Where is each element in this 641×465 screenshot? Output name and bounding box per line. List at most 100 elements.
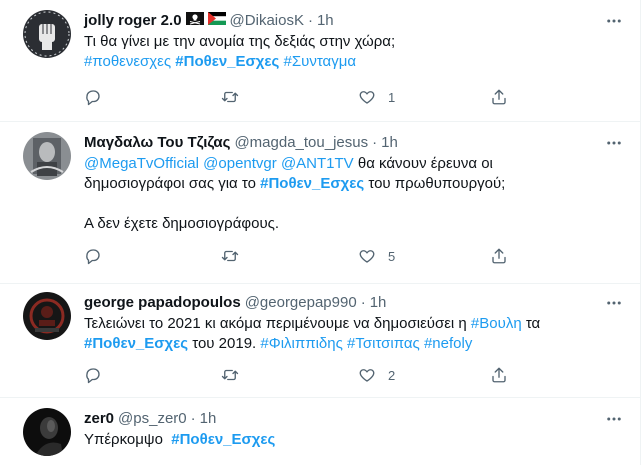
user-handle[interactable]: @georgepap990 [245, 293, 357, 313]
tweet-text-line: Τι θα γίνει με την ανομία της δεξιάς στη… [84, 32, 624, 52]
share-icon [492, 89, 506, 105]
timeline-feed: jolly roger 2.0 @DikaiosK · 1h Τι θα γίν… [0, 0, 641, 465]
more-options-button[interactable] [604, 133, 624, 153]
avatar[interactable] [23, 10, 71, 58]
tweet-time[interactable]: 1h [317, 11, 334, 31]
hashtag-link[interactable]: #Ποθεν_Εσχες [171, 431, 275, 448]
hashtag-link[interactable]: #Φιλιππιδης [260, 335, 342, 352]
like-count: 1 [388, 89, 396, 105]
separator-dot: · [307, 12, 313, 29]
more-icon [607, 19, 621, 23]
share-icon [492, 248, 506, 264]
display-name[interactable]: zer0 [84, 409, 114, 429]
hashtag-link[interactable]: #nefoly [424, 335, 472, 352]
retweet-button[interactable] [221, 246, 251, 266]
reply-button[interactable] [84, 365, 102, 385]
tweet-text-segment: Τι θα γίνει με την ανομία της δεξιάς στη… [84, 33, 396, 50]
like-icon [359, 369, 375, 382]
hashtag-link[interactable]: #Ποθεν_Εσχες [175, 53, 279, 70]
avatar[interactable] [23, 408, 71, 456]
tweet[interactable]: jolly roger 2.0 @DikaiosK · 1h Τι θα γίν… [0, 0, 640, 122]
hashtag-link[interactable]: #Ποθεν_Εσχες [260, 175, 364, 192]
separator-dot: · [360, 294, 366, 311]
tweet-text: @MegaTvOfficial @opentvgr @ANT1TV θα κάν… [84, 154, 624, 234]
retweet-button[interactable] [221, 365, 251, 385]
hashtag-link[interactable]: @opentvgr [203, 155, 277, 172]
like-button[interactable]: 1 [358, 87, 395, 107]
more-icon [607, 417, 621, 421]
tweet[interactable]: george papadopoulos @georgepap990 · 1h Τ… [0, 284, 640, 398]
separator-dot: · [190, 410, 196, 427]
like-button[interactable]: 5 [358, 246, 395, 266]
retweet-icon [221, 91, 239, 103]
hashtag-link[interactable]: @MegaTvOfficial [84, 155, 199, 172]
tweet-text-segment: Τελειώνει το 2021 κι ακόμα περιμένουμε ν… [84, 315, 471, 332]
display-name[interactable]: Μαγδαλω Του Τζιζας [84, 133, 230, 153]
tweet-actions: 1 [84, 87, 514, 107]
retweet-icon [221, 369, 239, 381]
tweet-time[interactable]: 1h [200, 409, 217, 429]
share-button[interactable] [490, 365, 508, 385]
user-handle[interactable]: @magda_tou_jesus [234, 133, 368, 153]
reply-icon [86, 368, 100, 384]
reply-button[interactable] [84, 246, 102, 266]
hashtag-link[interactable]: #Συνταγμα [284, 53, 357, 70]
tweet-time[interactable]: 1h [381, 133, 398, 153]
more-options-button[interactable] [604, 11, 624, 31]
avatar[interactable] [23, 292, 71, 340]
tweet-text: Υπέρκομψο #Ποθεν_Εσχες [84, 430, 624, 450]
reply-icon [86, 90, 100, 106]
hashtag-link[interactable]: #Τσιτσιπας [347, 335, 420, 352]
more-options-button[interactable] [604, 409, 624, 429]
avatar[interactable] [23, 132, 71, 180]
like-count: 5 [388, 248, 396, 264]
tweet-text-segment: Υπέρκομψο [84, 431, 172, 448]
tweet-text-segment: Α δεν έχετε δημοσιογράφους. [84, 215, 280, 232]
tweet[interactable]: Μαγδαλω Του Τζιζας @magda_tou_jesus · 1h… [0, 122, 640, 284]
reply-button[interactable] [84, 87, 102, 107]
tweet-text-line: #ποθενεσχες #Ποθεν_Εσχες #Συνταγμα [84, 52, 624, 72]
tweet-text-segment: θα κάνουν έρευνα οι [353, 155, 493, 172]
tweet-text-segment: του 2019. [188, 335, 261, 352]
retweet-button[interactable] [221, 87, 251, 107]
more-icon [607, 301, 621, 305]
tweet-text-line: Τελειώνει το 2021 κι ακόμα περιμένουμε ν… [84, 314, 624, 334]
reply-icon [86, 249, 100, 265]
palestine-flag-icon [207, 11, 226, 31]
user-handle[interactable]: @ps_zer0 [118, 409, 187, 429]
tweet-text: Τι θα γίνει με την ανομία της δεξιάς στη… [84, 32, 624, 72]
tweet-text-line: @MegaTvOfficial @opentvgr @ANT1TV θα κάν… [84, 154, 624, 174]
like-button[interactable]: 2 [358, 365, 395, 385]
user-handle[interactable]: @DikaiosK [230, 11, 304, 31]
separator-dot: · [372, 134, 378, 151]
display-name[interactable]: jolly roger 2.0 [84, 11, 182, 31]
tweet-text: Τελειώνει το 2021 κι ακόμα περιμένουμε ν… [84, 314, 624, 354]
like-count: 2 [388, 367, 396, 383]
like-icon [359, 91, 375, 104]
tweet-text-line: δημοσιογράφοι σας για το #Ποθεν_Εσχες το… [84, 174, 624, 194]
hashtag-link[interactable]: #Βουλη [471, 315, 522, 332]
hashtag-link[interactable]: #ποθενεσχες [84, 53, 171, 70]
hashtag-link[interactable]: #Ποθεν_Εσχες [84, 335, 188, 352]
tweet-text-segment: του πρωθυπουργού; [364, 175, 506, 192]
tweet-text-segment: δημοσιογράφοι σας για το [84, 175, 261, 192]
tweet-text-segment: τα [521, 315, 541, 332]
tweet-text-line: Υπέρκομψο #Ποθεν_Εσχες [84, 430, 624, 450]
tweet-time[interactable]: 1h [370, 293, 387, 313]
tweet-text-line: #Ποθεν_Εσχες του 2019. #Φιλιππιδης #Τσιτ… [84, 334, 624, 354]
tweet-text-line: Α δεν έχετε δημοσιογράφους. [84, 214, 624, 234]
tweet-actions: 2 [84, 365, 514, 385]
tweet-actions: 5 [84, 246, 514, 266]
retweet-icon [221, 250, 239, 262]
pirate-flag-icon [185, 11, 204, 31]
more-icon [607, 141, 621, 145]
share-button[interactable] [490, 246, 508, 266]
hashtag-link[interactable]: @ANT1TV [281, 155, 354, 172]
share-icon [492, 367, 506, 383]
tweet-text-line [84, 194, 624, 214]
display-name[interactable]: george papadopoulos [84, 293, 241, 313]
tweet[interactable]: zer0 @ps_zer0 · 1h Υπέρκομψο #Ποθεν_Εσχε… [0, 398, 640, 465]
like-icon [359, 250, 375, 263]
more-options-button[interactable] [604, 293, 624, 313]
share-button[interactable] [490, 87, 508, 107]
